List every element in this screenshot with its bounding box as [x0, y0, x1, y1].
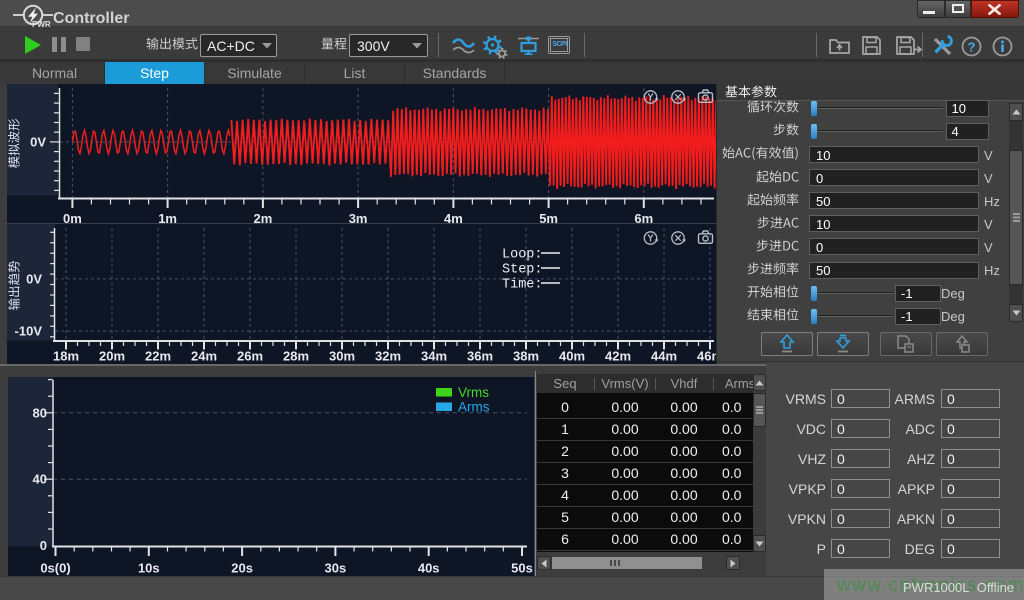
svg-text:0V: 0V	[26, 272, 42, 287]
svg-text:0V: 0V	[30, 135, 46, 150]
svg-text:Vrms: Vrms	[458, 385, 489, 400]
svg-text:Step:: Step:	[502, 263, 543, 278]
svg-text:42m: 42m	[605, 349, 631, 364]
svg-text:20m: 20m	[99, 349, 125, 364]
svg-text:30s: 30s	[325, 561, 347, 576]
svg-text:22m: 22m	[145, 349, 171, 364]
svg-text:34m: 34m	[421, 349, 447, 364]
svg-text:30m: 30m	[329, 349, 355, 364]
svg-text:Arms: Arms	[458, 400, 490, 415]
svg-text:24m: 24m	[191, 349, 217, 364]
svg-text:0: 0	[40, 538, 47, 553]
svg-text:10s: 10s	[138, 561, 160, 576]
svg-text:Time:: Time:	[502, 278, 543, 293]
svg-text:80: 80	[33, 405, 47, 420]
svg-text:?: ?	[968, 40, 976, 55]
svg-text:50s: 50s	[511, 561, 533, 576]
svg-text:0s(0): 0s(0)	[40, 561, 70, 576]
svg-text:32m: 32m	[375, 349, 401, 364]
svg-text:44m: 44m	[651, 349, 677, 364]
svg-text:40m: 40m	[559, 349, 585, 364]
svg-text:40: 40	[33, 472, 47, 487]
svg-text:28m: 28m	[283, 349, 309, 364]
svg-text:46m: 46m	[697, 349, 716, 364]
svg-text:26m: 26m	[237, 349, 263, 364]
svg-text:20s: 20s	[231, 561, 253, 576]
svg-text:36m: 36m	[467, 349, 493, 364]
svg-text:40s: 40s	[418, 561, 440, 576]
svg-text:18m: 18m	[53, 349, 79, 364]
svg-text:38m: 38m	[513, 349, 539, 364]
svg-text:Loop:: Loop:	[502, 248, 543, 263]
svg-text:-10V: -10V	[15, 324, 43, 339]
